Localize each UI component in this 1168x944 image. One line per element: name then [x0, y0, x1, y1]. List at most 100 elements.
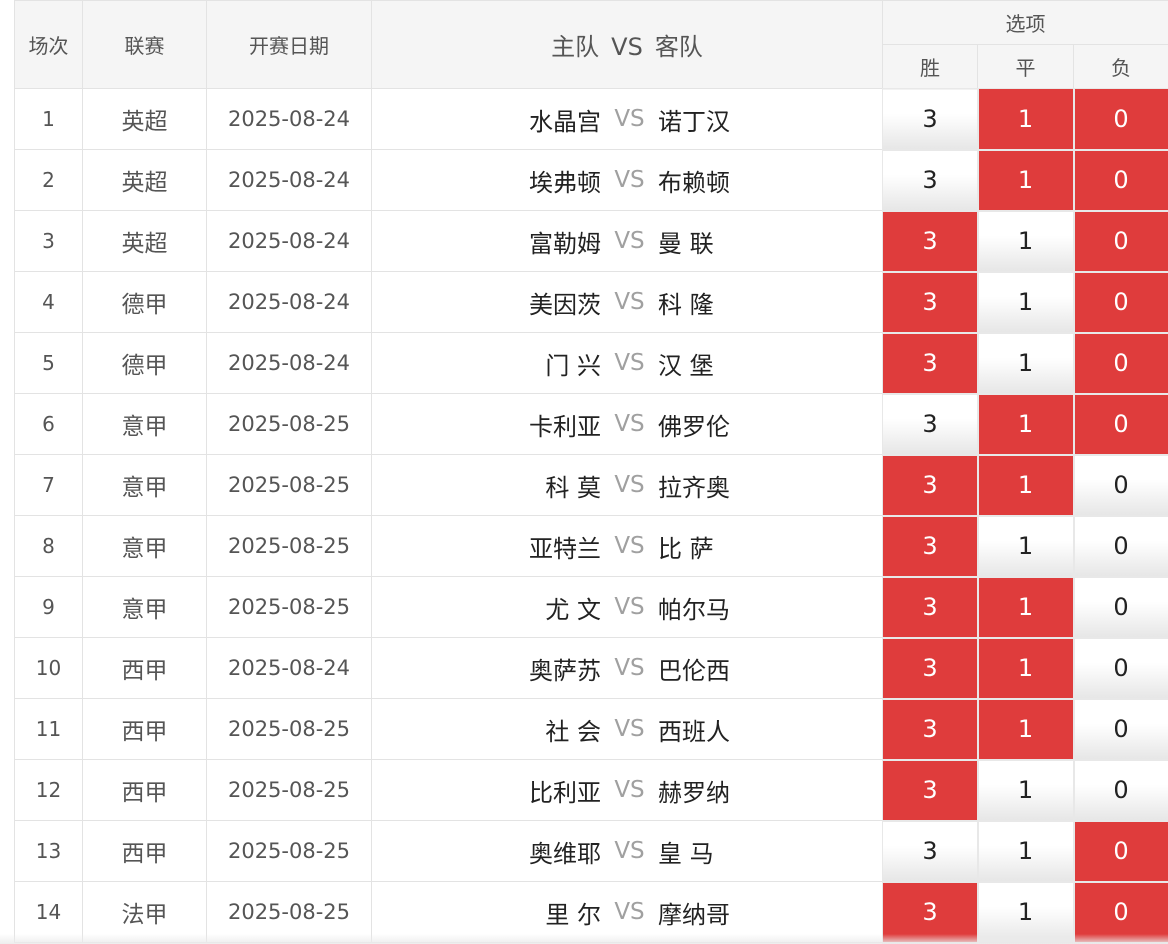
option-draw[interactable]: 1 [976, 148, 1075, 212]
home-team: 尤 文 [545, 595, 601, 624]
header-away: 客队 [654, 33, 703, 61]
header-win: 胜 [882, 44, 978, 89]
row-league: 意甲 [82, 576, 207, 638]
home-team: 比利亚 [529, 778, 601, 807]
option-loss[interactable]: 0 [1072, 148, 1168, 212]
row-match: 奥维耶 VS 皇 马 [371, 820, 883, 882]
row-league: 英超 [82, 88, 207, 150]
option-loss[interactable]: 0 [1072, 697, 1168, 761]
option-win[interactable]: 3 [881, 880, 979, 944]
vs-label: VS [614, 716, 645, 742]
option-loss[interactable]: 0 [1072, 453, 1168, 517]
row-date: 2025-08-25 [206, 698, 372, 760]
table-row: 9 意甲 2025-08-25 尤 文 VS 帕尔马 3 1 0 [14, 575, 1168, 639]
option-draw[interactable]: 1 [976, 758, 1075, 822]
option-loss[interactable]: 0 [1072, 880, 1168, 944]
away-team: 拉齐奥 [658, 473, 730, 502]
option-draw[interactable]: 1 [976, 453, 1075, 517]
option-win[interactable]: 3 [881, 148, 979, 212]
away-team: 诺丁汉 [658, 107, 730, 136]
row-league: 英超 [82, 210, 207, 272]
option-loss[interactable]: 0 [1072, 270, 1168, 334]
row-date: 2025-08-25 [206, 820, 372, 882]
row-match: 水晶宫 VS 诺丁汉 [371, 88, 883, 150]
row-seq: 12 [14, 759, 83, 821]
vs-label: VS [614, 472, 645, 498]
option-loss[interactable]: 0 [1072, 209, 1168, 273]
option-loss[interactable]: 0 [1072, 392, 1168, 456]
option-win[interactable]: 3 [881, 514, 979, 578]
option-loss[interactable]: 0 [1072, 636, 1168, 700]
option-loss[interactable]: 0 [1072, 331, 1168, 395]
away-team: 佛罗伦 [658, 412, 730, 441]
row-seq: 9 [14, 576, 83, 638]
home-team: 水晶宫 [529, 107, 601, 136]
option-loss[interactable]: 0 [1072, 819, 1168, 883]
away-team: 布赖顿 [658, 168, 730, 197]
header-seq: 场次 [14, 0, 83, 89]
away-team: 科 隆 [658, 290, 714, 319]
option-draw[interactable]: 1 [976, 331, 1075, 395]
option-loss[interactable]: 0 [1072, 87, 1168, 151]
option-win[interactable]: 3 [881, 819, 979, 883]
option-draw[interactable]: 1 [976, 819, 1075, 883]
match-selection-table: 场次 联赛 开赛日期 主队 VS 客队 选项 胜 平 负 1 英超 2025-08-24… [14, 0, 1168, 944]
row-league: 意甲 [82, 393, 207, 455]
vs-label: VS [614, 228, 645, 254]
option-win[interactable]: 3 [881, 636, 979, 700]
option-loss[interactable]: 0 [1072, 575, 1168, 639]
option-draw[interactable]: 1 [976, 392, 1075, 456]
vs-label: VS [614, 899, 645, 925]
option-draw[interactable]: 1 [976, 575, 1075, 639]
row-date: 2025-08-24 [206, 637, 372, 699]
option-win[interactable]: 3 [881, 209, 979, 273]
row-date: 2025-08-24 [206, 149, 372, 211]
option-win[interactable]: 3 [881, 87, 979, 151]
row-seq: 8 [14, 515, 83, 577]
row-match: 科 莫 VS 拉齐奥 [371, 454, 883, 516]
option-win[interactable]: 3 [881, 453, 979, 517]
option-draw[interactable]: 1 [976, 697, 1075, 761]
option-win[interactable]: 3 [881, 392, 979, 456]
option-draw[interactable]: 1 [976, 87, 1075, 151]
row-match: 富勒姆 VS 曼 联 [371, 210, 883, 272]
row-date: 2025-08-24 [206, 332, 372, 394]
vs-label: VS [614, 350, 645, 376]
row-league: 法甲 [82, 881, 207, 943]
option-win[interactable]: 3 [881, 270, 979, 334]
row-date: 2025-08-24 [206, 271, 372, 333]
option-win[interactable]: 3 [881, 697, 979, 761]
table-row: 13 西甲 2025-08-25 奥维耶 VS 皇 马 310 [14, 819, 1168, 883]
option-win[interactable]: 3 [881, 758, 979, 822]
away-team: 摩纳哥 [658, 900, 730, 929]
option-draw[interactable]: 1 [976, 270, 1075, 334]
table-row: 10 西甲 2025-08-24 奥萨苏 VS 巴伦西 3 1 0 [14, 636, 1168, 700]
header-date: 开赛日期 [206, 0, 372, 89]
row-date: 2025-08-25 [206, 576, 372, 638]
option-draw[interactable]: 1 [976, 209, 1075, 273]
option-draw[interactable]: 1 [976, 880, 1075, 944]
header-loss: 负 [1072, 44, 1168, 89]
row-seq: 11 [14, 698, 83, 760]
option-draw[interactable]: 1 [976, 636, 1075, 700]
vs-label: VS [614, 594, 645, 620]
vs-label: VS [614, 289, 645, 315]
option-loss[interactable]: 0 [1072, 758, 1168, 822]
home-team: 奥萨苏 [529, 656, 601, 685]
row-date: 2025-08-25 [206, 759, 372, 821]
row-match: 奥萨苏 VS 巴伦西 [371, 637, 883, 699]
home-team: 美因茨 [529, 290, 601, 319]
vs-label: VS [614, 533, 645, 559]
option-win[interactable]: 3 [881, 331, 979, 395]
option-loss[interactable]: 0 [1072, 514, 1168, 578]
row-seq: 7 [14, 454, 83, 516]
table-row: 5 德甲 2025-08-24 门 兴 VS 汉 堡 310 [14, 331, 1168, 395]
option-draw[interactable]: 1 [976, 514, 1075, 578]
table-row: 11 西甲 2025-08-25 社 会 VS 西班人 3 1 0 [14, 697, 1168, 761]
vs-label: VS [614, 411, 645, 437]
option-win[interactable]: 3 [881, 575, 979, 639]
away-team: 赫罗纳 [658, 778, 730, 807]
row-seq: 14 [14, 881, 83, 943]
vs-label: VS [614, 167, 645, 193]
row-league: 西甲 [82, 820, 207, 882]
